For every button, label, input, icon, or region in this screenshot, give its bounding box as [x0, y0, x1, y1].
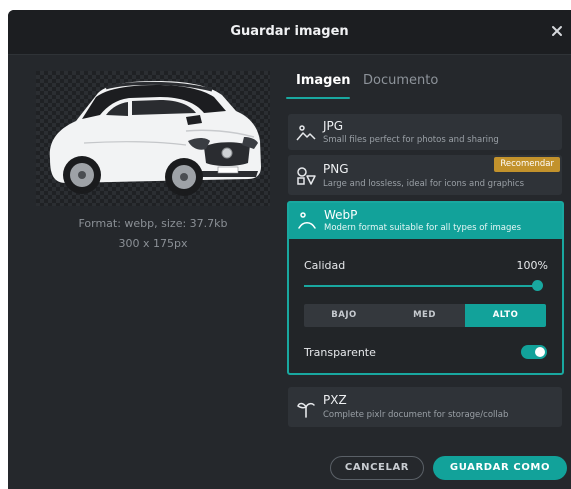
recommended-badge: Recomendar — [494, 157, 560, 172]
format-name: WebP — [324, 208, 358, 222]
format-name: PXZ — [323, 393, 347, 407]
webp-header[interactable]: WebP Modern format suitable for all type… — [289, 203, 562, 239]
quality-value: 100% — [516, 259, 548, 272]
dialog-header: Guardar imagen — [8, 10, 571, 55]
format-option-pxz[interactable]: PXZ Complete pixlr document for storage/… — [288, 387, 562, 427]
shapes-icon — [297, 167, 316, 185]
preset-bajo-button[interactable]: BAJO — [304, 304, 384, 327]
format-description: Large and lossless, ideal for icons and … — [323, 179, 525, 189]
format-option-jpg[interactable]: JPG Small files perfect for photos and s… — [288, 114, 562, 150]
close-icon[interactable] — [549, 23, 565, 39]
save-image-dialog: Guardar imagen Format: webp, size: 37.7k… — [8, 10, 571, 489]
image-dimensions: 300 x 175px — [118, 237, 188, 250]
quality-slider-thumb[interactable] — [532, 280, 543, 291]
format-option-webp[interactable]: WebP Modern format suitable for all type… — [287, 201, 564, 375]
quality-presets: BAJO MED ALTO — [304, 304, 546, 327]
quality-slider-fill — [304, 285, 540, 287]
landscape-icon — [296, 125, 316, 141]
image-preview — [36, 71, 270, 206]
format-description: Small files perfect for photos and shari… — [323, 135, 499, 145]
car-image — [49, 81, 261, 196]
format-description: Complete pixlr document for storage/coll… — [323, 410, 509, 420]
toggle-knob — [535, 347, 545, 357]
sprout-icon — [297, 402, 315, 418]
cancel-button[interactable]: CANCELAR — [330, 456, 424, 480]
preset-alto-button[interactable]: ALTO — [465, 304, 546, 327]
web-icon — [298, 212, 316, 229]
save-as-button[interactable]: GUARDAR COMO — [433, 456, 567, 480]
dialog-title: Guardar imagen — [230, 24, 349, 39]
tab-documento[interactable]: Documento — [363, 73, 438, 88]
format-description: Modern format suitable for all types of … — [324, 223, 522, 233]
tab-imagen[interactable]: Imagen — [296, 73, 351, 88]
transparent-toggle[interactable] — [521, 345, 547, 359]
format-name: JPG — [323, 119, 344, 133]
format-info: Format: webp, size: 37.7kb — [78, 217, 228, 230]
format-option-png[interactable]: PNG Large and lossless, ideal for icons … — [288, 155, 562, 195]
quality-label: Calidad — [304, 259, 346, 272]
transparent-label: Transparente — [304, 346, 376, 359]
quality-slider[interactable] — [304, 285, 540, 287]
format-name: PNG — [323, 162, 349, 176]
preset-med-button[interactable]: MED — [384, 304, 465, 327]
active-tab-indicator — [286, 97, 350, 99]
